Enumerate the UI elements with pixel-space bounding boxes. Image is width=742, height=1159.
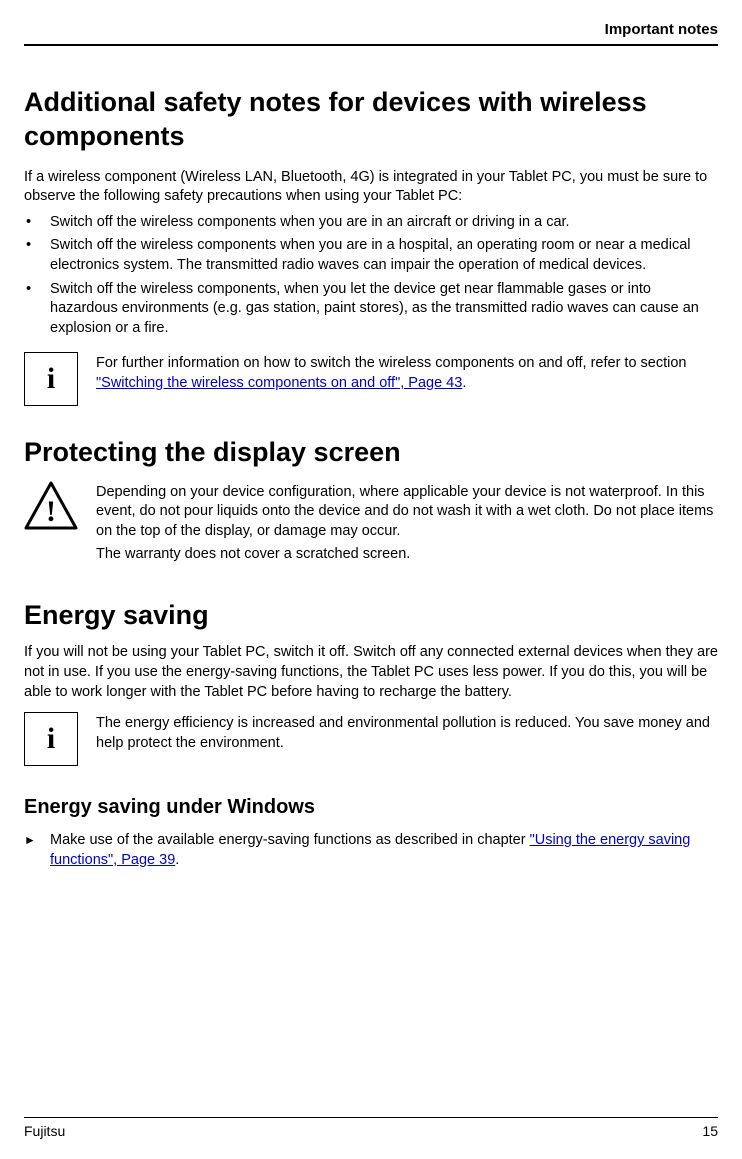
info-icon: i xyxy=(24,352,78,406)
instruction-list: Make use of the available energy-saving … xyxy=(24,831,718,870)
item-prefix: Make use of the available energy-saving … xyxy=(50,832,530,848)
energy-paragraph: If you will not be using your Tablet PC,… xyxy=(24,643,718,702)
running-header: Important notes xyxy=(24,20,718,46)
warning-p2: The warranty does not cover a scratched … xyxy=(96,545,718,565)
info-text: The energy efficiency is increased and e… xyxy=(96,712,718,757)
info-prefix: For further information on how to switch… xyxy=(96,355,687,371)
info-icon: i xyxy=(24,712,78,766)
warning-p1: Depending on your device configuration, … xyxy=(96,483,718,542)
subsection-heading-windows: Energy saving under Windows xyxy=(24,794,718,821)
list-item: Switch off the wireless components when … xyxy=(24,213,718,233)
footer-page-number: 15 xyxy=(702,1122,718,1141)
list-item: Make use of the available energy-saving … xyxy=(24,831,718,870)
info-text: For further information on how to switch… xyxy=(96,352,718,397)
svg-text:!: ! xyxy=(46,495,56,528)
footer-brand: Fujitsu xyxy=(24,1122,65,1141)
warning-icon: ! xyxy=(24,481,78,531)
info-callout: i For further information on how to swit… xyxy=(24,352,718,406)
cross-ref-link[interactable]: "Switching the wireless components on an… xyxy=(96,375,462,391)
page-footer: Fujitsu 15 xyxy=(24,1117,718,1141)
intro-paragraph: If a wireless component (Wireless LAN, B… xyxy=(24,168,718,207)
info-callout-energy: i The energy efficiency is increased and… xyxy=(24,712,718,766)
warning-callout: ! Depending on your device configuration… xyxy=(24,481,718,569)
section-heading-display: Protecting the display screen xyxy=(24,434,718,470)
list-item: Switch off the wireless components when … xyxy=(24,236,718,275)
item-suffix: . xyxy=(175,852,179,868)
info-suffix: . xyxy=(462,375,466,391)
section-heading-wireless: Additional safety notes for devices with… xyxy=(24,86,718,154)
section-heading-energy: Energy saving xyxy=(24,597,718,633)
list-item: Switch off the wireless components, when… xyxy=(24,280,718,339)
warning-text: Depending on your device configuration, … xyxy=(96,481,718,569)
energy-info-p1: The energy efficiency is increased and e… xyxy=(96,714,718,753)
safety-bullet-list: Switch off the wireless components when … xyxy=(24,213,718,338)
